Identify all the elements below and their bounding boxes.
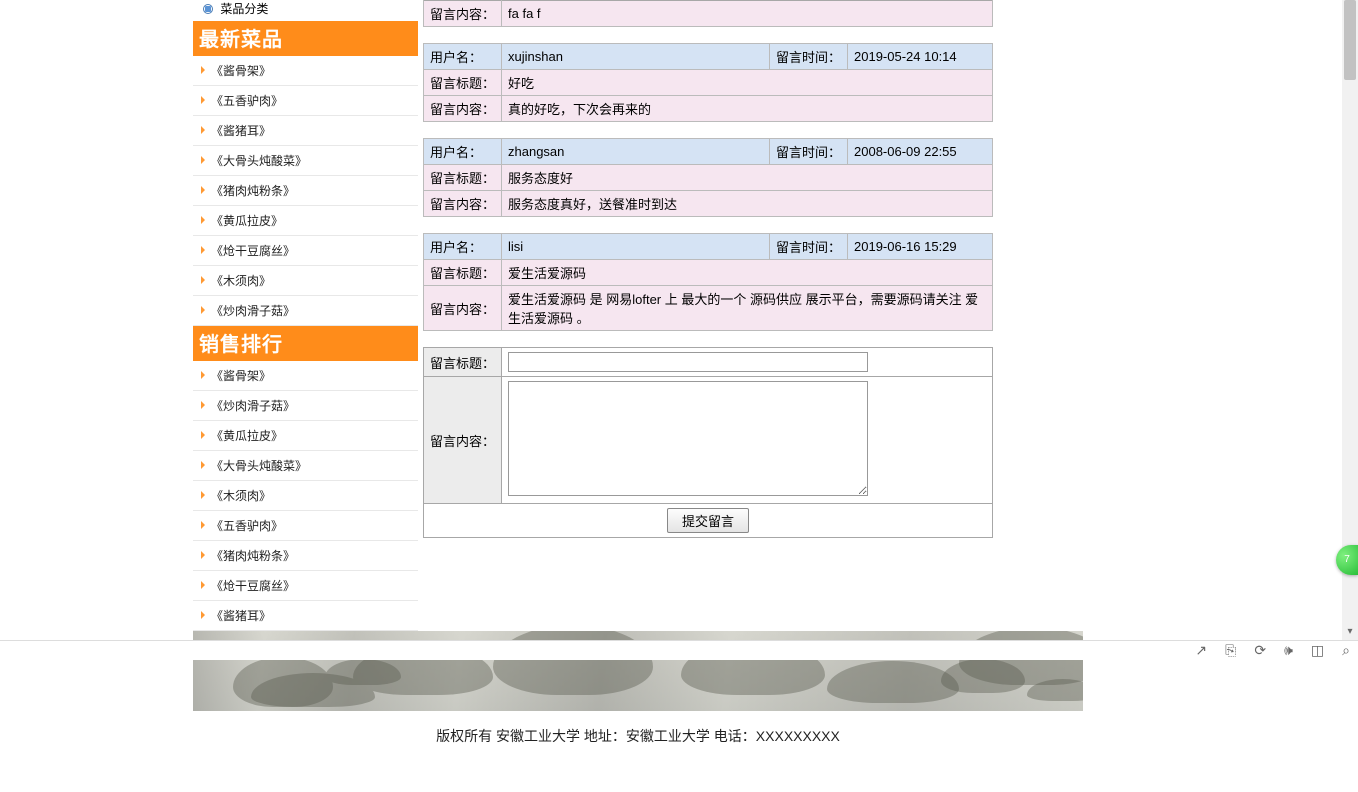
category-header[interactable]: 菜品分类 — [193, 0, 418, 21]
list-item[interactable]: 《酱骨架》 — [193, 361, 418, 391]
toolbar-icon-open[interactable]: ↗ — [1195, 642, 1207, 659]
message-user: zhangsan — [502, 139, 770, 165]
list-item-link[interactable]: 《木须肉》 — [211, 489, 271, 503]
form-content-label: 留言内容： — [424, 377, 502, 504]
list-item[interactable]: 《五香驴肉》 — [193, 511, 418, 541]
message-time: 2019-05-24 10:14 — [848, 44, 993, 70]
list-item[interactable]: 《黄瓜拉皮》 — [193, 206, 418, 236]
message-user: lisi — [502, 234, 770, 260]
message-block: 用户名：zhangsan留言时间：2008-06-09 22:55 留言标题：服务… — [423, 138, 993, 217]
list-item-link[interactable]: 《酱骨架》 — [211, 64, 271, 78]
floating-badge[interactable]: 7 — [1336, 545, 1358, 575]
list-item-link[interactable]: 《黄瓜拉皮》 — [211, 214, 283, 228]
sidebar: 菜品分类 最新菜品 《酱骨架》《五香驴肉》《酱猪耳》《大骨头炖酸菜》《猪肉炖粉条… — [193, 0, 418, 631]
list-item-link[interactable]: 《炒肉滑子菇》 — [211, 399, 295, 413]
message-block: 用户名：xujinshan留言时间：2019-05-24 10:14 留言标题：好… — [423, 43, 993, 122]
list-item[interactable]: 《大骨头炖酸菜》 — [193, 451, 418, 481]
content-label: 留言内容： — [424, 1, 502, 27]
toolbar-icon-sound[interactable]: 🕪 — [1284, 642, 1293, 659]
message-content: 真的好吃，下次会再来的 — [502, 96, 993, 122]
message-title: 爱生活爱源码 — [502, 260, 993, 286]
message-content: fa fa f — [502, 1, 993, 27]
toolbar-icon-copy[interactable]: ⎘ — [1225, 642, 1236, 659]
list-item[interactable]: 《炝干豆腐丝》 — [193, 236, 418, 266]
content-label: 留言内容： — [424, 191, 502, 217]
scrollbar-thumb[interactable] — [1344, 0, 1356, 80]
list-item[interactable]: 《酱猪耳》 — [193, 116, 418, 146]
list-item[interactable]: 《炒肉滑子菇》 — [193, 296, 418, 326]
message-time: 2008-06-09 22:55 — [848, 139, 993, 165]
list-item-link[interactable]: 《木须肉》 — [211, 274, 271, 288]
time-label: 留言时间： — [770, 234, 848, 260]
list-item-link[interactable]: 《酱猪耳》 — [211, 124, 271, 138]
message-block: 用户名：lisi留言时间：2019-06-16 15:29 留言标题：爱生活爱源码… — [423, 233, 993, 331]
list-item-link[interactable]: 《炝干豆腐丝》 — [211, 579, 295, 593]
message-content-textarea[interactable] — [508, 381, 868, 496]
content-label: 留言内容： — [424, 286, 502, 331]
list-item-link[interactable]: 《猪肉炖粉条》 — [211, 184, 295, 198]
list-item[interactable]: 《猪肉炖粉条》 — [193, 541, 418, 571]
title-label: 留言标题： — [424, 260, 502, 286]
section-title-rank: 销售排行 — [193, 326, 418, 361]
toolbar-icon-window[interactable]: ◫ — [1311, 642, 1324, 659]
list-item-link[interactable]: 《酱骨架》 — [211, 369, 271, 383]
message-title: 服务态度好 — [502, 165, 993, 191]
message-user: xujinshan — [502, 44, 770, 70]
list-item[interactable]: 《五香驴肉》 — [193, 86, 418, 116]
list-item[interactable]: 《酱猪耳》 — [193, 601, 418, 631]
list-item-link[interactable]: 《黄瓜拉皮》 — [211, 429, 283, 443]
submit-button[interactable]: 提交留言 — [667, 508, 749, 533]
list-item[interactable]: 《木须肉》 — [193, 266, 418, 296]
list-item[interactable]: 《猪肉炖粉条》 — [193, 176, 418, 206]
list-item-link[interactable]: 《五香驴肉》 — [211, 519, 283, 533]
message-content: 服务态度真好，送餐准时到达 — [502, 191, 993, 217]
toolbar-icon-refresh[interactable]: ⟳ — [1254, 642, 1266, 659]
message-block: 留言内容：fa fa f — [423, 0, 993, 27]
list-item-link[interactable]: 《炒肉滑子菇》 — [211, 304, 295, 318]
message-content: 爱生活爱源码 是 网易lofter 上 最大的一个 源码供应 展示平台，需要源码… — [502, 286, 993, 331]
message-title: 好吃 — [502, 70, 993, 96]
list-item[interactable]: 《炝干豆腐丝》 — [193, 571, 418, 601]
copyright-text: 版权所有 安徽工业大学 地址：安徽工业大学 电话：XXXXXXXXX — [193, 711, 1083, 766]
title-label: 留言标题： — [424, 70, 502, 96]
messages-panel: 留言内容：fa fa f用户名：xujinshan留言时间：2019-05-24… — [423, 0, 993, 538]
list-item-link[interactable]: 《五香驴肉》 — [211, 94, 283, 108]
list-item[interactable]: 《酱骨架》 — [193, 56, 418, 86]
scroll-down-arrow[interactable]: ▾ — [1342, 624, 1358, 640]
time-label: 留言时间： — [770, 139, 848, 165]
content-label: 留言内容： — [424, 96, 502, 122]
sales-rank-list: 《酱骨架》《炒肉滑子菇》《黄瓜拉皮》《大骨头炖酸菜》《木须肉》《五香驴肉》《猪肉… — [193, 361, 418, 631]
user-label: 用户名： — [424, 234, 502, 260]
list-item-link[interactable]: 《猪肉炖粉条》 — [211, 549, 295, 563]
category-label: 菜品分类 — [220, 2, 268, 16]
list-item-link[interactable]: 《酱猪耳》 — [211, 609, 271, 623]
list-item-link[interactable]: 《大骨头炖酸菜》 — [211, 459, 307, 473]
message-time: 2019-06-16 15:29 — [848, 234, 993, 260]
list-item-link[interactable]: 《大骨头炖酸菜》 — [211, 154, 307, 168]
list-item[interactable]: 《黄瓜拉皮》 — [193, 421, 418, 451]
toolbar-icon-search[interactable]: ⌕ — [1342, 642, 1350, 659]
list-item[interactable]: 《大骨头炖酸菜》 — [193, 146, 418, 176]
message-title-input[interactable] — [508, 352, 868, 372]
title-label: 留言标题： — [424, 165, 502, 191]
list-item[interactable]: 《木须肉》 — [193, 481, 418, 511]
message-form: 留言标题： 留言内容： 提交留言 — [423, 347, 993, 538]
time-label: 留言时间： — [770, 44, 848, 70]
form-title-label: 留言标题： — [424, 348, 502, 377]
bottom-toolbar: ↗ ⎘ ⟳ 🕪 ◫ ⌕ — [0, 640, 1358, 660]
list-item-link[interactable]: 《炝干豆腐丝》 — [211, 244, 295, 258]
new-dishes-list: 《酱骨架》《五香驴肉》《酱猪耳》《大骨头炖酸菜》《猪肉炖粉条》《黄瓜拉皮》《炝干… — [193, 56, 418, 326]
user-label: 用户名： — [424, 139, 502, 165]
category-icon — [203, 4, 213, 14]
user-label: 用户名： — [424, 44, 502, 70]
list-item[interactable]: 《炒肉滑子菇》 — [193, 391, 418, 421]
section-title-new: 最新菜品 — [193, 21, 418, 56]
